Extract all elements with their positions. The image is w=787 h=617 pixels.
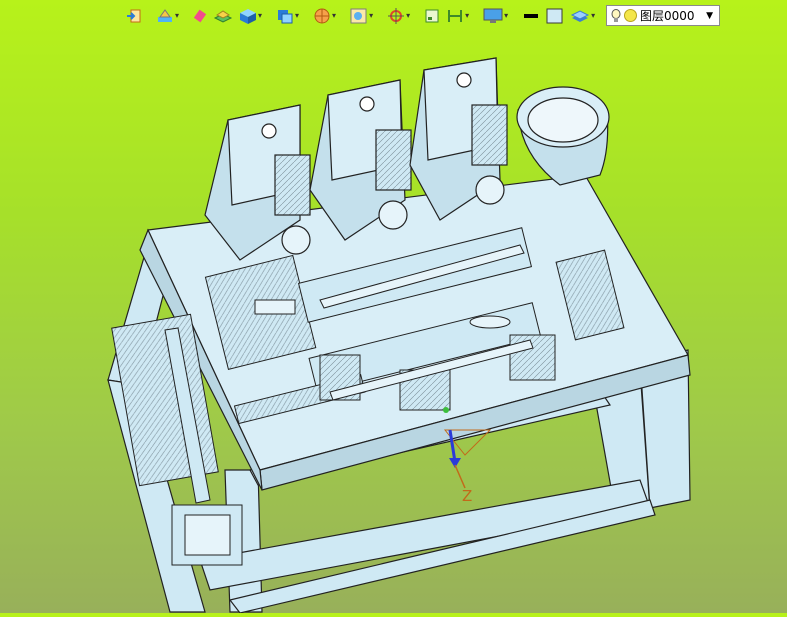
select-box-button[interactable] bbox=[422, 5, 442, 27]
chevron-down-icon: ▾ bbox=[332, 11, 337, 20]
monitor-icon bbox=[483, 8, 503, 23]
select-box-icon bbox=[425, 9, 439, 23]
zoom-box-icon bbox=[350, 8, 367, 24]
eraser-icon bbox=[193, 9, 207, 23]
feeder-bowl bbox=[516, 86, 610, 186]
layers-stack-icon bbox=[213, 10, 233, 23]
render-sphere-icon bbox=[314, 8, 330, 24]
machine-model[interactable] bbox=[0, 0, 787, 614]
cube-button[interactable]: ▾ bbox=[237, 5, 264, 27]
3d-viewport[interactable]: Z bbox=[0, 0, 787, 614]
z-axis-label: Z bbox=[462, 487, 473, 505]
lightbulb-icon[interactable] bbox=[611, 8, 621, 23]
layers-stack-button[interactable] bbox=[211, 5, 235, 27]
fill-bucket-icon bbox=[158, 9, 172, 22]
chevron-down-icon: ▾ bbox=[258, 11, 263, 20]
cube-icon bbox=[240, 9, 257, 24]
view-orient-icon bbox=[278, 10, 293, 24]
chevron-down-icon: ▾ bbox=[465, 11, 470, 20]
monitor-button[interactable]: ▾ bbox=[481, 5, 510, 27]
layer-color-icon[interactable] bbox=[624, 9, 637, 22]
zoom-box-button[interactable]: ▾ bbox=[348, 5, 375, 27]
fill-bucket-button[interactable]: ▾ bbox=[154, 5, 181, 27]
exit-sketch-icon bbox=[127, 9, 141, 23]
chevron-down-icon: ▾ bbox=[369, 11, 374, 20]
chevron-down-icon: ▾ bbox=[295, 11, 300, 20]
dimension-icon bbox=[448, 10, 463, 22]
chevron-down-icon: ▾ bbox=[175, 11, 180, 20]
chevron-down-icon[interactable]: ▼ bbox=[706, 11, 713, 21]
chevron-down-icon: ▾ bbox=[591, 11, 596, 20]
color-swatch-button[interactable] bbox=[544, 5, 566, 27]
color-swatch-icon bbox=[546, 8, 563, 24]
chevron-down-icon: ▾ bbox=[406, 11, 411, 20]
layer-manager-button[interactable]: ▾ bbox=[568, 5, 597, 27]
view-toolbar: ▾ ▾ ▾ ▾ ▾ ▾ ▾ ▾ ▾ bbox=[124, 4, 597, 28]
dimension-button[interactable]: ▾ bbox=[444, 5, 471, 27]
exit-sketch-button[interactable] bbox=[124, 5, 144, 27]
pan-target-button[interactable]: ▾ bbox=[385, 5, 412, 27]
pan-target-icon bbox=[388, 8, 405, 24]
eraser-button[interactable] bbox=[191, 5, 209, 27]
view-orient-button[interactable]: ▾ bbox=[274, 5, 301, 27]
layer-select[interactable]: 图层0000 ▼ bbox=[606, 5, 720, 26]
chevron-down-icon: ▾ bbox=[504, 11, 509, 20]
layer-manager-icon bbox=[571, 10, 590, 22]
layer-name: 图层0000 bbox=[640, 9, 695, 23]
render-sphere-button[interactable]: ▾ bbox=[311, 5, 338, 27]
line-style-icon bbox=[524, 14, 539, 18]
line-style-button[interactable] bbox=[520, 5, 542, 27]
